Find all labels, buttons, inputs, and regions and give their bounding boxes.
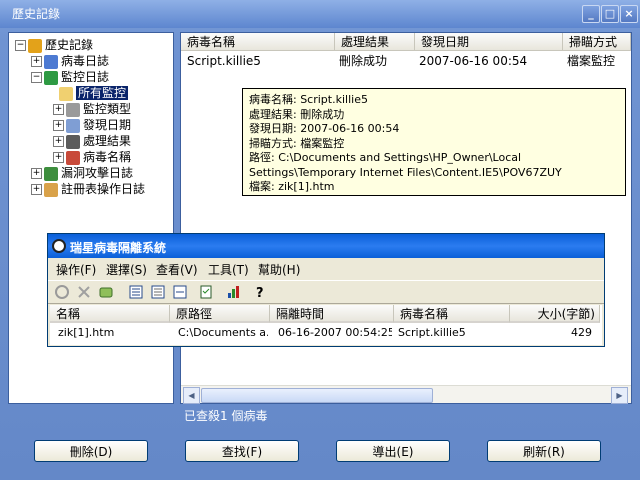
virus-icon	[66, 150, 80, 165]
virus-log-icon	[44, 54, 58, 69]
title-bar[interactable]: 歷史記錄 _ □ ×	[0, 0, 640, 28]
cell-original-path: C:\Documents a...	[178, 326, 268, 339]
tree-item-root[interactable]: − 歷史記錄	[15, 37, 93, 53]
calendar-icon	[66, 118, 80, 133]
history-book-icon	[28, 38, 42, 53]
expand-icon[interactable]: +	[53, 104, 64, 115]
column-header-virus-name[interactable]: 病毒名稱	[394, 305, 510, 323]
list-view-icon[interactable]	[150, 284, 166, 300]
scan-icon[interactable]	[98, 284, 114, 300]
cell-found-date: 2007-06-16 00:54	[419, 54, 528, 68]
column-header-size[interactable]: 大小(字節)	[510, 305, 600, 323]
tree-item-virus-name[interactable]: + 病毒名稱	[53, 149, 131, 165]
menu-operation[interactable]: 操作(F)	[56, 261, 96, 278]
minimize-button[interactable]: _	[582, 5, 600, 23]
tree-item-all-monitor[interactable]: 所有監控	[59, 85, 129, 101]
cell-virus-name: Script.killie5	[398, 326, 466, 339]
svg-text:?: ?	[256, 286, 264, 300]
tooltip-file: 檔案: zik[1].htm	[249, 180, 335, 193]
expand-icon[interactable]: +	[31, 56, 42, 67]
tree-item-monitor-log[interactable]: − 監控日誌	[31, 69, 109, 85]
column-header-found-date[interactable]: 發現日期	[415, 33, 563, 51]
quarantine-window: 瑞星病毒隔離系統 操作(F) 選擇(S) 查看(V) 工具(T) 幫助(H) ?…	[47, 233, 605, 347]
cell-size: 429	[571, 326, 592, 339]
quarantine-title-bar[interactable]: 瑞星病毒隔離系統	[48, 234, 604, 258]
column-header-name[interactable]: 名稱	[50, 305, 170, 323]
umbrella-icon	[44, 70, 58, 85]
delete-button[interactable]: 刪除(D)	[34, 440, 148, 462]
tree-item-exploit-log[interactable]: + 漏洞攻擊日誌	[31, 165, 133, 181]
menu-select[interactable]: 選擇(S)	[106, 261, 147, 278]
quarantine-toolbar: ?	[48, 280, 604, 304]
horizontal-scrollbar[interactable]: ◀ ▶	[181, 385, 631, 404]
scroll-thumb[interactable]	[201, 388, 433, 403]
tree-item-virus-log[interactable]: + 病毒日誌	[31, 53, 109, 69]
detail-tooltip: 病毒名稱: Script.killie5 處理結果: 刪除成功 發現日期: 20…	[242, 88, 626, 196]
cell-result: 刪除成功	[339, 54, 388, 68]
refresh-button[interactable]: 刷新(R)	[487, 440, 601, 462]
export-button[interactable]: 導出(E)	[336, 440, 450, 462]
quarantine-title: 瑞星病毒隔離系統	[70, 241, 167, 255]
menu-view[interactable]: 查看(V)	[156, 261, 198, 278]
document-icon[interactable]	[198, 284, 214, 300]
large-icons-icon[interactable]	[128, 284, 144, 300]
expand-icon[interactable]: +	[53, 120, 64, 131]
history-window: 歷史記錄 _ □ × − 歷史記錄 + 病毒日誌 − 監控日誌 所有監控 + 監控類型 …	[0, 0, 640, 480]
column-header-virus-name[interactable]: 病毒名稱	[181, 33, 335, 51]
column-header-original-path[interactable]: 原路徑	[170, 305, 270, 323]
tooltip-method: 掃瞄方式: 檔案監控	[249, 136, 345, 150]
quarantine-list: 名稱 原路徑 隔離時間 病毒名稱 大小(字節) zik[1].htm C:\Do…	[50, 305, 602, 345]
cell-quarantine-time: 06-16-2007 00:54:25	[278, 326, 392, 339]
tooltip-result: 處理結果: 刪除成功	[249, 107, 345, 121]
tooltip-path: 路徑: C:\Documents and Settings\HP_Owner\L…	[249, 151, 562, 179]
details-view-icon[interactable]	[172, 284, 188, 300]
chart-icon[interactable]	[226, 284, 242, 300]
scroll-right-button[interactable]: ▶	[611, 387, 628, 404]
cell-scan-method: 檔案監控	[567, 54, 616, 68]
shield-icon	[44, 166, 58, 181]
maximize-button[interactable]: □	[601, 5, 619, 23]
menu-help[interactable]: 幫助(H)	[258, 261, 300, 278]
expand-icon[interactable]: +	[31, 184, 42, 195]
expand-icon[interactable]: +	[53, 152, 64, 163]
column-header-scan-method[interactable]: 掃瞄方式	[563, 33, 631, 51]
restore-icon[interactable]	[54, 284, 70, 300]
scroll-left-button[interactable]: ◀	[183, 387, 200, 404]
collapse-icon[interactable]: −	[31, 72, 42, 83]
window-title: 歷史記錄	[12, 7, 61, 21]
collapse-icon[interactable]: −	[15, 40, 26, 51]
magnifier-icon	[66, 102, 80, 117]
tree-item-monitor-type[interactable]: + 監控類型	[53, 101, 131, 117]
cell-virus-name: Script.killie5	[187, 54, 261, 68]
process-icon	[66, 134, 80, 149]
status-text: 已查殺1 個病毒	[184, 409, 268, 423]
registry-icon	[44, 182, 58, 197]
help-icon[interactable]: ?	[252, 284, 268, 300]
tooltip-virus-name: 病毒名稱: Script.killie5	[249, 93, 368, 106]
cell-name: zik[1].htm	[58, 326, 115, 339]
rising-logo-icon	[52, 239, 66, 253]
quarantine-menu-bar: 操作(F) 選擇(S) 查看(V) 工具(T) 幫助(H)	[48, 260, 604, 278]
tooltip-date: 發現日期: 2007-06-16 00:54	[249, 122, 400, 135]
tree-item-result[interactable]: + 處理結果	[53, 133, 131, 149]
tree-item-registry-log[interactable]: + 註冊表操作日誌	[31, 181, 145, 197]
menu-tools[interactable]: 工具(T)	[208, 261, 249, 278]
find-button[interactable]: 查找(F)	[185, 440, 299, 462]
close-button[interactable]: ×	[620, 5, 638, 23]
history-tree: − 歷史記錄 + 病毒日誌 − 監控日誌 所有監控 + 監控類型 + 發現日期 + 處理結果…	[8, 32, 174, 404]
expand-icon[interactable]: +	[31, 168, 42, 179]
delete-icon[interactable]	[76, 284, 92, 300]
column-header-result[interactable]: 處理結果	[335, 33, 415, 51]
column-header-quarantine-time[interactable]: 隔離時間	[270, 305, 394, 323]
tree-item-found-date[interactable]: + 發現日期	[53, 117, 131, 133]
expand-icon[interactable]: +	[53, 136, 64, 147]
document-icon	[59, 86, 73, 101]
